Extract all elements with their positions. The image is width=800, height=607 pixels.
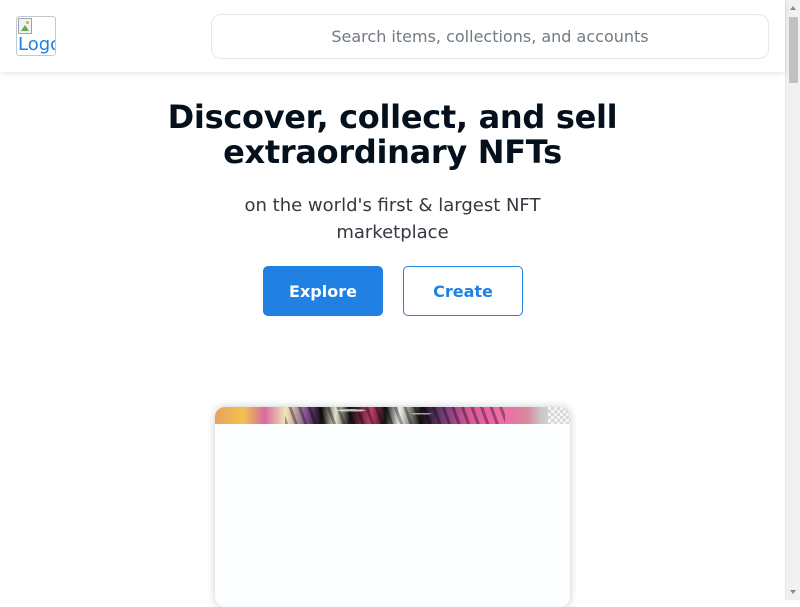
create-button[interactable]: Create [403, 266, 523, 316]
vertical-scrollbar[interactable] [785, 0, 800, 600]
scroll-up-arrow-icon[interactable] [790, 6, 796, 10]
top-navbar: Logo [0, 0, 785, 72]
hero-headline: Discover, collect, and sell extraordinar… [167, 98, 618, 171]
explore-button[interactable]: Explore [263, 266, 383, 316]
featured-nft-card[interactable] [215, 407, 570, 607]
broken-image-icon [18, 18, 32, 34]
search-input[interactable] [212, 15, 768, 58]
hero-subheading: on the world's first & largest NFT marke… [244, 195, 541, 243]
scrollbar-thumb[interactable] [789, 17, 798, 83]
scroll-down-arrow-icon[interactable] [790, 590, 796, 594]
logo-link[interactable]: Logo [16, 16, 56, 56]
featured-nft-image[interactable] [215, 407, 570, 424]
search-bar [211, 14, 769, 59]
logo-alt-text: Logo [18, 34, 55, 55]
